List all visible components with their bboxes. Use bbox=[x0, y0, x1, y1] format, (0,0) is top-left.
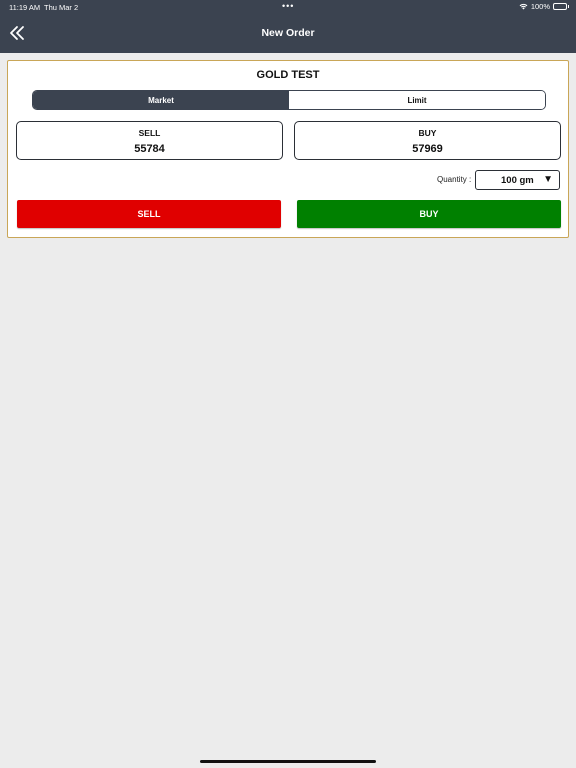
home-indicator[interactable] bbox=[200, 760, 376, 763]
buy-price-value: 57969 bbox=[412, 143, 443, 155]
buy-price-label: BUY bbox=[418, 128, 437, 138]
sell-price-box[interactable]: SELL 55784 bbox=[16, 121, 283, 160]
buy-button[interactable]: BUY bbox=[297, 200, 561, 228]
battery-icon bbox=[553, 3, 569, 10]
tab-limit[interactable]: Limit bbox=[289, 91, 545, 109]
sell-price-value: 55784 bbox=[134, 143, 165, 155]
tab-market[interactable]: Market bbox=[33, 91, 289, 109]
sell-price-label: SELL bbox=[138, 128, 161, 138]
page-title: New Order bbox=[261, 27, 315, 39]
status-bar: 11:19 AM Thu Mar 2 ••• 100% bbox=[0, 0, 576, 14]
status-indicators: 100% bbox=[519, 2, 569, 11]
quantity-label: Quantity : bbox=[437, 175, 472, 184]
multitasking-dots-icon[interactable]: ••• bbox=[282, 1, 294, 11]
status-date: Thu Mar 2 bbox=[44, 3, 79, 12]
battery-percentage: 100% bbox=[530, 2, 550, 11]
status-time: 11:19 AM bbox=[9, 3, 41, 12]
dropdown-arrow-icon: ▼ bbox=[543, 174, 553, 185]
instrument-title: GOLD TEST bbox=[256, 69, 320, 81]
buy-price-box[interactable]: BUY 57969 bbox=[294, 121, 561, 160]
wifi-icon bbox=[519, 3, 528, 10]
sell-button[interactable]: SELL bbox=[17, 200, 281, 228]
order-card: GOLD TEST Market Limit SELL 55784 BUY 57… bbox=[7, 60, 569, 238]
order-type-segmented-control: Market Limit bbox=[32, 90, 546, 110]
quantity-value: 100 gm bbox=[501, 175, 534, 186]
navigation-bar: New Order bbox=[0, 14, 576, 53]
quantity-select[interactable]: 100 gm ▼ bbox=[475, 170, 560, 190]
